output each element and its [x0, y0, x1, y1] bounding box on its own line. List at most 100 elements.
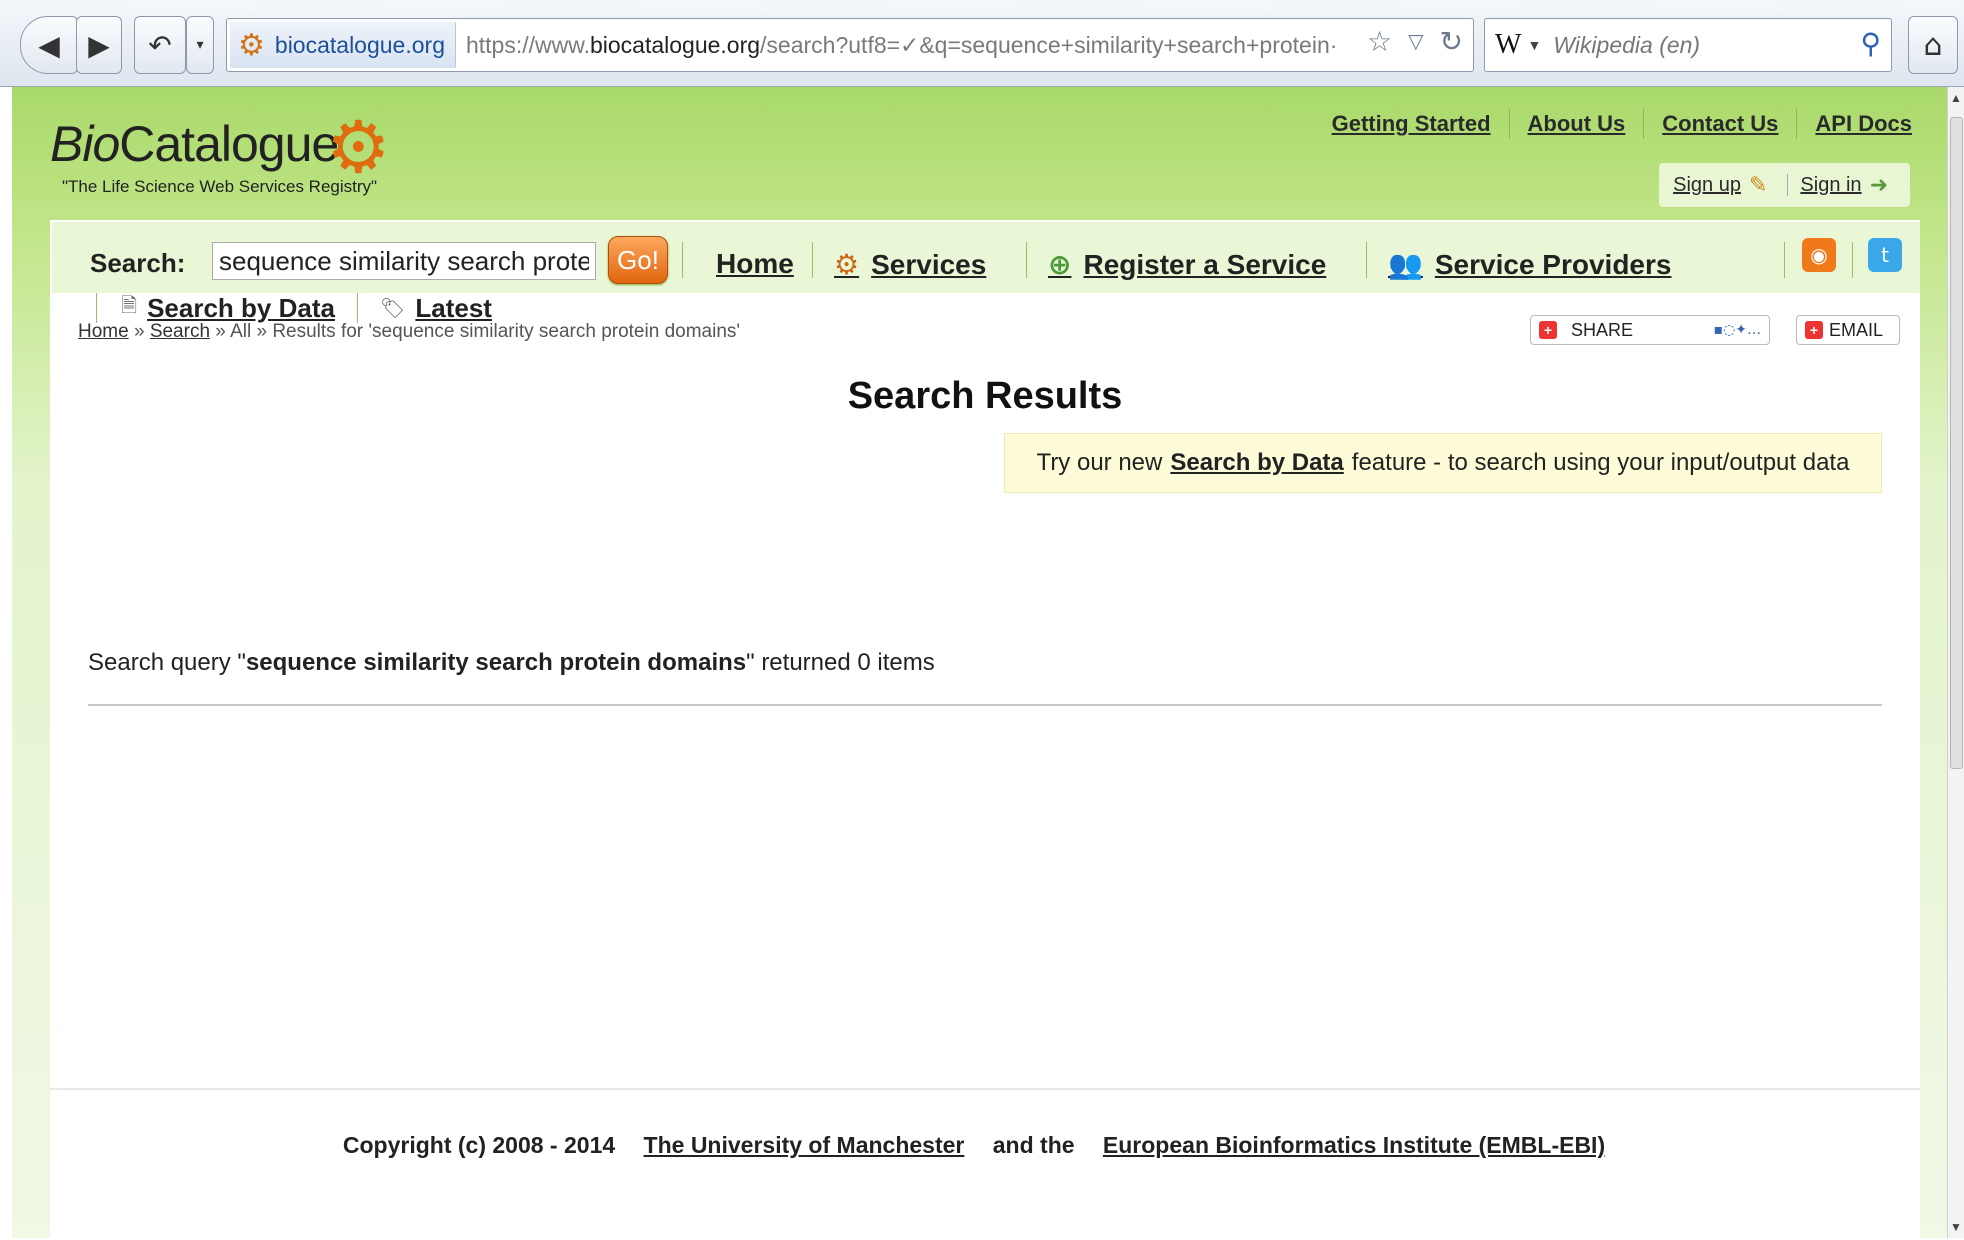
url-text[interactable]: https://www.biocatalogue.org/search?utf8… [466, 32, 1346, 59]
reload-history-button[interactable]: ↶ [134, 16, 186, 74]
university-of-manchester-link[interactable]: The University of Manchester [644, 1132, 965, 1158]
arrow-right-icon: ▶ [88, 28, 110, 62]
site-identity-button[interactable]: ⚙ biocatalogue.org [230, 22, 456, 68]
addthis-plus-icon: + [1539, 321, 1557, 339]
breadcrumb: Home » Search » All » Results for 'seque… [78, 321, 740, 343]
forward-button[interactable]: ▶ [76, 16, 122, 74]
result-summary: Search query "sequence similarity search… [88, 649, 935, 677]
page-background: BioCatalogue ⚙ "The Life Science Web Ser… [12, 87, 1952, 1240]
history-dropdown-icon[interactable]: ▽ [1408, 29, 1423, 58]
wikipedia-engine-icon[interactable]: W [1495, 29, 1521, 61]
arrow-left-icon: ◀ [38, 28, 60, 62]
search-magnifier-icon[interactable]: ⚲ [1860, 27, 1881, 60]
divider [1026, 242, 1027, 278]
account-box: Sign up ✎ Sign in ➜ [1659, 163, 1910, 207]
rss-feed-icon[interactable]: ◉ [1802, 238, 1836, 272]
providers-people-icon: 👥 [1388, 248, 1423, 281]
home-button[interactable]: ⌂ [1908, 16, 1958, 74]
embl-ebi-link[interactable]: European Bioinformatics Institute (EMBL-… [1103, 1132, 1605, 1158]
promo-text-post: feature - to search using your input/out… [1351, 449, 1850, 476]
search-data-icon: 🗎 [121, 293, 138, 317]
breadcrumb-home-link[interactable]: Home [78, 321, 129, 342]
scroll-down-arrow-icon[interactable]: ▼ [1950, 1220, 1962, 1234]
nav-register-service-label: Register a Service [1083, 248, 1327, 280]
address-bar[interactable]: ⚙ biocatalogue.org https://www.biocatalo… [226, 18, 1474, 72]
scroll-up-arrow-icon[interactable]: ▲ [1950, 91, 1962, 105]
search-by-data-link[interactable]: Search by Data [147, 293, 335, 324]
getting-started-link[interactable]: Getting Started [1332, 111, 1491, 137]
footer: Copyright (c) 2008 - 2014 The University… [50, 1088, 1920, 1240]
footer-and-text: and the [992, 1132, 1075, 1158]
promo-search-by-data-link[interactable]: Search by Data [1170, 449, 1343, 477]
url-prefix: https://www. [465, 31, 590, 58]
search-engine-bar[interactable]: W ▼ Wikipedia (en) ⚲ [1484, 18, 1892, 72]
email-button[interactable]: + EMAIL [1796, 315, 1900, 345]
search-label: Search: [90, 248, 186, 278]
back-button[interactable]: ◀ [20, 16, 78, 74]
logo-name-italic: Bio [50, 116, 120, 172]
tag-icon: 🏷 [379, 296, 406, 320]
go-button[interactable]: Go! [608, 236, 668, 284]
chevron-down-icon: ▾ [196, 37, 204, 53]
twitter-icon[interactable]: t [1868, 238, 1902, 272]
divider [1366, 242, 1367, 278]
copyright-text: Copyright (c) 2008 - 2014 [342, 1132, 616, 1158]
history-dropdown-button[interactable]: ▾ [186, 16, 214, 74]
nav-services-link[interactable]: ⚙ Services [834, 248, 986, 281]
share-label: SHARE [1571, 319, 1634, 340]
main-nav-bar: Search: Go! Home ⚙ Services ⊕ Register a S… [50, 220, 1920, 293]
url-path: /search?utf8=✓&q=sequence+similarity+sea… [760, 31, 1338, 58]
pencil-icon: ✎ [1748, 172, 1768, 198]
social-services-icon: ▪◌✦… [1713, 322, 1761, 338]
nav-service-providers-link[interactable]: 👥 Service Providers [1388, 248, 1671, 281]
divider [1508, 109, 1510, 139]
search-engine-placeholder: Wikipedia (en) [1553, 31, 1701, 58]
sign-in-door-icon: ➜ [1869, 172, 1888, 198]
nav-services-label: Services [871, 248, 987, 280]
result-pre: Search query " [88, 649, 246, 676]
api-docs-link[interactable]: API Docs [1815, 111, 1912, 137]
nav-home-label: Home [716, 248, 794, 279]
result-query: sequence similarity search protein domai… [245, 649, 747, 676]
home-icon: ⌂ [1923, 27, 1943, 63]
divider [96, 293, 97, 323]
divider [1643, 109, 1645, 139]
url-domain: biocatalogue.org [589, 31, 761, 58]
page-title: Search Results [847, 375, 1123, 417]
latest-link[interactable]: Latest [415, 293, 492, 324]
site-favicon-gear-icon: ⚙ [238, 27, 265, 63]
nav-register-service-link[interactable]: ⊕ Register a Service [1048, 248, 1326, 281]
plus-circle-icon: ⊕ [1048, 248, 1072, 281]
url-bar-icons: ☆ ▽ ↻ [1367, 25, 1463, 58]
divider [1784, 242, 1785, 278]
browser-toolbar: ◀ ▶ ↶ ▾ ⚙ biocatalogue.org https://www.b… [0, 0, 1964, 87]
divider [88, 704, 1882, 706]
undo-icon: ↶ [148, 28, 172, 62]
footer-line: Copyright (c) 2008 - 2014 The University… [50, 1132, 1920, 1159]
divider [812, 242, 813, 278]
sign-in-link[interactable]: Sign in [1800, 174, 1861, 197]
sub-nav: 🗎 Search by Data 🏷 Latest [96, 293, 492, 323]
result-post: " returned 0 items [746, 649, 935, 676]
scrollbar-thumb[interactable] [1950, 117, 1963, 769]
sign-up-link[interactable]: Sign up [1673, 174, 1741, 197]
nav-service-providers-label: Service Providers [1434, 248, 1672, 280]
breadcrumb-search-link[interactable]: Search [150, 321, 210, 342]
divider [1796, 109, 1798, 139]
about-us-link[interactable]: About Us [1528, 111, 1626, 137]
search-input[interactable] [212, 242, 596, 280]
biocatalogue-logo[interactable]: BioCatalogue ⚙ "The Life Science Web Ser… [50, 105, 391, 197]
nav-home-link[interactable]: Home [716, 248, 794, 280]
contact-us-link[interactable]: Contact Us [1662, 111, 1778, 137]
vertical-scrollbar[interactable]: ▲ ▼ [1947, 87, 1964, 1238]
top-links: Getting Started About Us Contact Us API … [1332, 109, 1912, 139]
breadcrumb-separator: » [128, 321, 150, 342]
engine-dropdown-icon[interactable]: ▼ [1527, 37, 1541, 53]
reload-icon[interactable]: ↻ [1440, 25, 1463, 58]
bookmark-star-icon[interactable]: ☆ [1367, 25, 1392, 58]
share-button[interactable]: + SHARE ▪◌✦… [1530, 315, 1770, 345]
divider [1787, 174, 1789, 196]
site-identity-label: biocatalogue.org [274, 31, 445, 58]
breadcrumb-current: » All » Results for 'sequence similarity… [210, 321, 741, 342]
logo-name-rest: Catalogue [119, 116, 339, 172]
